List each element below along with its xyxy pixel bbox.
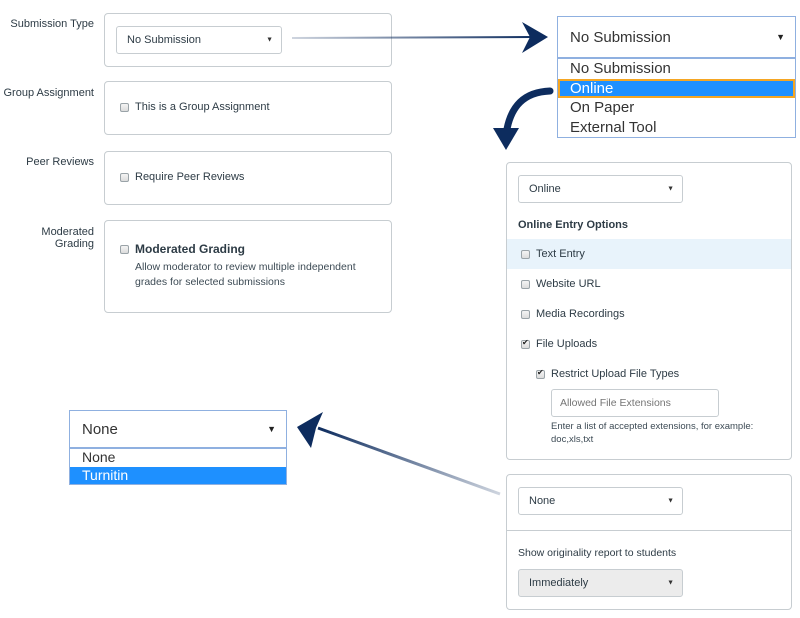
peer-reviews-option[interactable]: Require Peer Reviews bbox=[120, 171, 244, 183]
plagiarism-select-value: None bbox=[529, 495, 556, 507]
peer-reviews-panel: Require Peer Reviews bbox=[104, 151, 392, 205]
media-recordings-checkbox[interactable] bbox=[521, 309, 530, 319]
group-assignment-checkbox-label: This is a Group Assignment bbox=[135, 101, 270, 113]
restrict-file-types-checkbox[interactable] bbox=[536, 368, 545, 379]
moderated-grading-checkbox[interactable] bbox=[120, 244, 129, 254]
peer-reviews-checkbox[interactable] bbox=[120, 172, 129, 182]
chevron-down-icon: ▼ bbox=[267, 424, 276, 434]
media-recordings-option[interactable]: Media Recordings bbox=[521, 308, 625, 320]
file-uploads-label: File Uploads bbox=[536, 338, 598, 350]
moderated-grading-panel: Moderated Grading Allow moderator to rev… bbox=[104, 220, 392, 313]
group-assignment-checkbox[interactable] bbox=[120, 102, 129, 112]
plagiarism-option-none[interactable]: None bbox=[70, 449, 286, 467]
website-url-checkbox[interactable] bbox=[521, 279, 530, 289]
allowed-extensions-input[interactable] bbox=[551, 389, 719, 417]
submission-option-on-paper[interactable]: On Paper bbox=[558, 98, 795, 118]
chevron-down-icon: ▼ bbox=[776, 32, 785, 42]
peer-reviews-checkbox-label: Require Peer Reviews bbox=[135, 171, 245, 183]
moderated-grading-checkbox-label: Moderated Grading bbox=[135, 242, 246, 256]
group-assignment-option[interactable]: This is a Group Assignment bbox=[120, 101, 270, 113]
plagiarism-zoom-value: None bbox=[82, 420, 118, 438]
group-assignment-panel: This is a Group Assignment bbox=[104, 81, 392, 135]
plagiarism-dropdown-list: None Turnitin bbox=[69, 448, 287, 485]
submission-option-no-submission[interactable]: No Submission bbox=[558, 59, 795, 79]
chevron-down-icon: ▼ bbox=[266, 36, 273, 44]
submission-type-zoom-select[interactable]: No Submission ▼ bbox=[557, 16, 796, 58]
chevron-down-icon: ▼ bbox=[667, 579, 674, 587]
panel-divider bbox=[507, 530, 791, 531]
restrict-file-types-option[interactable]: Restrict Upload File Types bbox=[536, 368, 679, 380]
submission-option-online[interactable]: Online bbox=[558, 78, 795, 98]
moderated-grading-description: Allow moderator to review multiple indep… bbox=[135, 261, 356, 288]
group-assignment-label: Group Assignment bbox=[3, 87, 95, 99]
text-entry-option[interactable]: Text Entry bbox=[521, 248, 585, 260]
restrict-file-types-label: Restrict Upload File Types bbox=[551, 368, 680, 380]
originality-report-value: Immediately bbox=[529, 577, 589, 589]
website-url-label: Website URL bbox=[536, 278, 601, 290]
text-entry-label: Text Entry bbox=[536, 248, 585, 260]
media-recordings-label: Media Recordings bbox=[536, 308, 625, 320]
plagiarism-zoom-select[interactable]: None ▼ bbox=[69, 410, 287, 448]
submission-option-external-tool[interactable]: External Tool bbox=[558, 118, 795, 138]
moderated-grading-label: Moderated Grading bbox=[41, 226, 94, 250]
online-entry-options-title: Online Entry Options bbox=[518, 219, 629, 231]
file-uploads-checkbox[interactable] bbox=[521, 338, 530, 349]
originality-report-select[interactable]: Immediately ▼ bbox=[518, 569, 683, 597]
online-entry-panel: Online ▼ Online Entry Options Text Entry… bbox=[506, 162, 792, 460]
peer-reviews-label: Peer Reviews bbox=[26, 156, 94, 168]
submission-type-select[interactable]: No Submission ▼ bbox=[116, 26, 282, 54]
arrow-to-plagiarism-dropdown bbox=[297, 412, 501, 496]
submission-type-dropdown-list: No Submission Online On Paper External T… bbox=[557, 58, 796, 138]
extensions-help-text: Enter a list of accepted extensions, for… bbox=[551, 421, 754, 445]
plagiarism-select[interactable]: None ▼ bbox=[518, 487, 683, 515]
submission-type-value: No Submission bbox=[127, 34, 201, 46]
text-entry-checkbox[interactable] bbox=[521, 249, 530, 259]
curved-arrow-to-online-panel bbox=[493, 87, 554, 150]
chevron-down-icon: ▼ bbox=[667, 497, 674, 505]
file-uploads-option[interactable]: File Uploads bbox=[521, 338, 597, 350]
website-url-option[interactable]: Website URL bbox=[521, 278, 601, 290]
plagiarism-panel: None ▼ Show originality report to studen… bbox=[506, 474, 792, 610]
submission-type-panel: No Submission ▼ bbox=[104, 13, 392, 67]
chevron-down-icon: ▼ bbox=[667, 185, 674, 193]
submission-type-label: Submission Type bbox=[10, 18, 94, 30]
originality-report-label: Show originality report to students bbox=[518, 547, 677, 559]
online-select[interactable]: Online ▼ bbox=[518, 175, 683, 203]
moderated-grading-option[interactable]: Moderated Grading bbox=[120, 242, 245, 256]
plagiarism-option-turnitin[interactable]: Turnitin bbox=[70, 466, 286, 484]
submission-type-zoom-value: No Submission bbox=[570, 28, 671, 46]
online-select-value: Online bbox=[529, 183, 561, 195]
